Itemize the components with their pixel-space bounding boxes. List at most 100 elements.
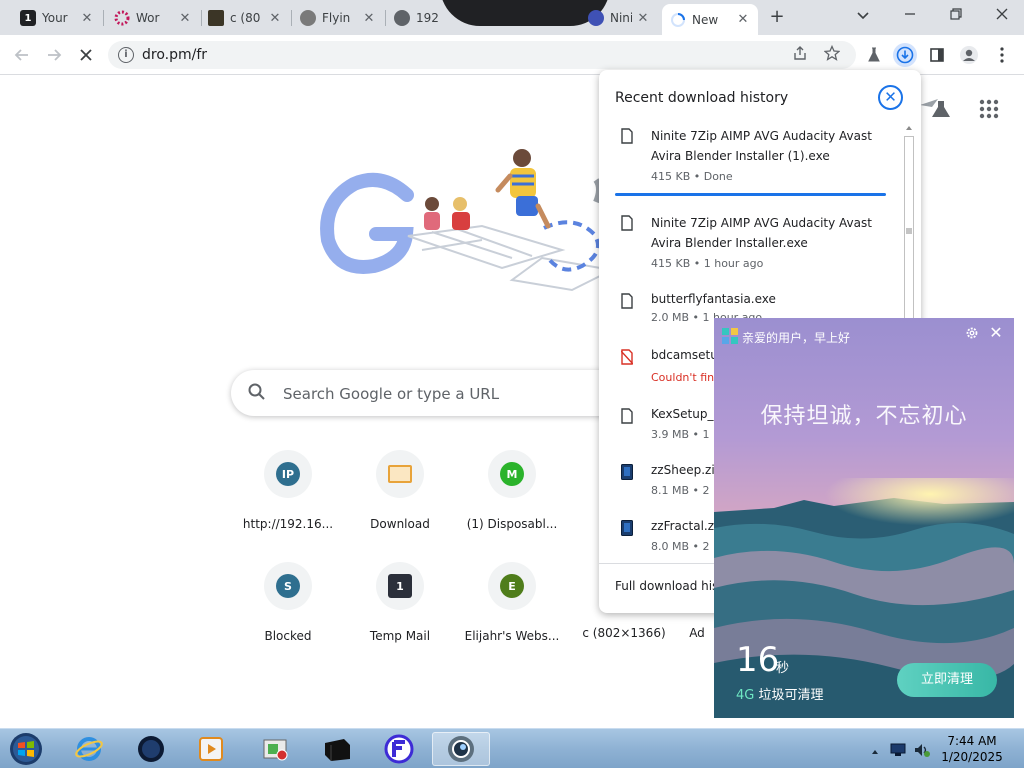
clock-date: 1/20/2025: [941, 750, 1003, 764]
stop-loading-icon[interactable]: [74, 43, 98, 67]
url-text[interactable]: dro.pm/fr: [142, 47, 207, 63]
tab-ninite[interactable]: Ninit ✕: [580, 4, 658, 32]
download-meta: 415 KB • Done: [651, 170, 733, 183]
shortcut-icon-circle: IP: [264, 450, 312, 498]
restore-icon[interactable]: [944, 5, 968, 27]
minimize-icon[interactable]: [898, 5, 922, 27]
tab-title: Ninit: [610, 11, 632, 25]
shortcut-tile[interactable]: IP http://192.16...: [232, 450, 344, 540]
scrollbar-thumb[interactable]: [904, 136, 914, 326]
close-tab-icon[interactable]: ✕: [80, 11, 94, 26]
one-square-icon: 1: [388, 574, 412, 598]
tab-wor[interactable]: Wor ✕: [106, 4, 200, 32]
menu-kebab-icon[interactable]: [990, 43, 1014, 67]
e-letter-icon: E: [500, 574, 524, 598]
shortcut-icon-circle: E: [488, 562, 536, 610]
download-icon[interactable]: [893, 43, 917, 67]
junk-size-text: 4G 垃圾可清理: [736, 684, 824, 703]
profile-avatar-icon[interactable]: [957, 43, 981, 67]
tab-title: Your: [42, 11, 68, 25]
download-meta: 8.1 MB • 2 h: [651, 484, 720, 497]
shortcut-tile[interactable]: S Blocked: [232, 562, 344, 652]
file-icon: [621, 408, 633, 424]
tab-your[interactable]: 1 Your ✕: [12, 4, 102, 32]
search-placeholder[interactable]: Search Google or type a URL: [283, 385, 499, 403]
labs-beaker-icon[interactable]: [918, 95, 952, 121]
shortcut-label: c (802×1366): [582, 626, 666, 640]
shortcut-icon-circle: [376, 450, 424, 498]
shortcut-label: Blocked: [264, 629, 312, 643]
settings-gear-icon[interactable]: [964, 326, 980, 342]
chrome-taskbar-icon[interactable]: [432, 732, 490, 766]
forward-arrow-icon[interactable]: [42, 43, 66, 67]
recorder-icon[interactable]: [250, 732, 300, 766]
close-tab-icon[interactable]: ✕: [362, 11, 376, 26]
clock-time: 7:44 AM: [947, 734, 997, 748]
shortcut-tile[interactable]: E Elijahr's Webs...: [456, 562, 568, 652]
image-favicon-icon: [208, 10, 224, 26]
lab-flask-icon[interactable]: [862, 43, 886, 67]
download-name-line2: Avira Blender Installer.exe: [651, 236, 808, 250]
tray-expand-icon[interactable]: [870, 742, 886, 756]
back-arrow-icon[interactable]: [10, 43, 34, 67]
close-window-icon[interactable]: [990, 5, 1014, 27]
google-doodle[interactable]: [312, 140, 642, 310]
download-site-icon: [388, 465, 412, 483]
bookmark-star-icon[interactable]: [822, 44, 842, 65]
close-popup-icon[interactable]: ✕: [878, 85, 903, 110]
shortcut-tile[interactable]: M (1) Disposabl...: [456, 450, 568, 540]
junk-label: 垃圾可清理: [758, 688, 824, 703]
google-apps-grid-icon[interactable]: [978, 98, 1000, 120]
tab-ip[interactable]: 192.: [386, 4, 446, 32]
globe-favicon-icon: [394, 10, 410, 26]
shortcut-tile[interactable]: Download: [344, 450, 456, 540]
site-info-icon[interactable]: i: [118, 47, 134, 63]
close-tab-icon[interactable]: ✕: [636, 11, 650, 26]
dark-globe-icon[interactable]: [126, 732, 176, 766]
tab-flying[interactable]: Flyin ✕: [292, 4, 384, 32]
clean-now-button[interactable]: 立即清理: [897, 663, 997, 697]
countdown-number: 16: [736, 640, 780, 680]
system-clock[interactable]: 7:44 AM 1/20/2025: [940, 733, 1004, 765]
close-popup-icon[interactable]: ✕: [988, 324, 1004, 342]
start-orb-icon[interactable]: [6, 731, 46, 767]
shortcut-label: Elijahr's Webs...: [464, 629, 560, 643]
countdown-unit: 秒: [776, 661, 790, 676]
shortcut-label: Ad: [689, 626, 705, 640]
internet-explorer-icon[interactable]: [64, 732, 114, 766]
slogan-text: 保持坦诚，不忘初心: [760, 404, 968, 429]
ninite-favicon-icon: [588, 10, 604, 26]
close-tab-icon[interactable]: ✕: [736, 12, 750, 27]
tab-c[interactable]: c (80 ✕: [200, 4, 290, 32]
tab-title: c (80: [230, 11, 261, 25]
shortcut-tile[interactable]: 1 Temp Mail: [344, 562, 456, 652]
tab-new[interactable]: New ✕: [662, 4, 758, 35]
black-box-app-icon[interactable]: [312, 732, 362, 766]
side-panel-icon[interactable]: [925, 43, 949, 67]
file-icon: [621, 215, 633, 231]
numeric-favicon-icon: 1: [20, 10, 36, 26]
volume-icon[interactable]: [914, 742, 930, 757]
search-icon: [248, 383, 265, 400]
new-tab-button[interactable]: +: [766, 6, 788, 28]
network-monitor-icon[interactable]: [890, 742, 906, 756]
shortcut-icon-circle: S: [264, 562, 312, 610]
loading-spinner-icon: [670, 12, 686, 28]
popup-title: Recent download history: [615, 90, 789, 106]
address-bar[interactable]: i dro.pm/fr: [108, 41, 856, 69]
cleaner-popup: 亲爱的用户，早上好 ✕ 保持坦诚，不忘初心 16 秒 4G 垃圾可清理 立即清理: [714, 318, 1014, 718]
media-player-icon[interactable]: [186, 732, 236, 766]
tab-search-chevron-icon[interactable]: [851, 5, 875, 27]
share-icon[interactable]: [790, 45, 810, 65]
ip-icon: IP: [276, 462, 300, 486]
shortcut-label: (1) Disposabl...: [466, 517, 558, 531]
close-tab-icon[interactable]: ✕: [268, 11, 282, 26]
download-name: butterflyfantasia.exe: [651, 292, 776, 306]
screen: 1 Your ✕ Wor ✕ c (80 ✕ Flyin ✕ 192.: [0, 0, 1024, 768]
file-icon: [621, 293, 633, 309]
bird-favicon-icon: [300, 10, 316, 26]
tab-title: New: [692, 12, 719, 27]
f-logo-app-icon[interactable]: [374, 732, 424, 766]
close-tab-icon[interactable]: ✕: [178, 11, 192, 26]
tab-title: Flyin: [322, 11, 351, 25]
